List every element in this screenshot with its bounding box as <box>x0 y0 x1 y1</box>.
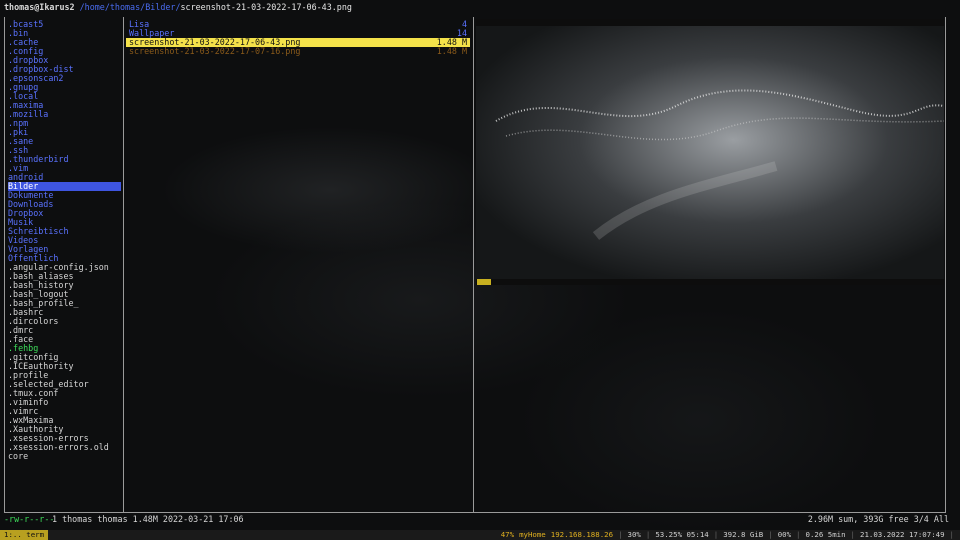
bar-indicator: 00% <box>777 530 792 539</box>
current-file: screenshot-21-03-2022-17-06-43.png <box>180 2 352 12</box>
list-item[interactable]: .sane <box>8 137 121 146</box>
list-item[interactable]: .bash_history <box>8 281 121 290</box>
list-item[interactable]: .ICEauthority <box>8 362 121 371</box>
list-item[interactable]: .tmux.conf <box>8 389 121 398</box>
list-item[interactable]: .dircolors <box>8 317 121 326</box>
list-item[interactable]: .Xauthority <box>8 425 121 434</box>
list-item[interactable]: core <box>8 452 121 461</box>
list-item[interactable]: .bin <box>8 29 121 38</box>
system-bar: 1:.. term 47% myHome 192.168.188.26 | 30% | 53… <box>0 530 960 540</box>
list-item[interactable]: .pki <box>8 128 121 137</box>
list-item[interactable]: .bashrc <box>8 308 121 317</box>
list-item[interactable]: .cache <box>8 38 121 47</box>
list-item[interactable]: .bash_profile_ <box>8 299 121 308</box>
status-line: -rw-r--r-- 1 thomas thomas 1.48M 2022-03… <box>0 515 960 526</box>
list-item[interactable]: .profile <box>8 371 121 380</box>
bar-indicator: myHome <box>519 530 546 539</box>
list-item[interactable]: .dmrc <box>8 326 121 335</box>
current-directory-list: Lisa 4 Wallpaper 14 screenshot-21-03-2022-17… <box>126 20 470 56</box>
list-item[interactable]: .angular-config.json <box>8 263 121 272</box>
list-item[interactable]: .face <box>8 335 121 344</box>
list-item[interactable]: .epsonscan2 <box>8 74 121 83</box>
preview-statusbar <box>476 279 944 285</box>
bar-indicator: 47% <box>500 530 515 539</box>
list-item[interactable]: .dropbox <box>8 56 121 65</box>
parent-directory-list: .bcast5 .bin .cache .config .dropbox .dropbox… <box>8 20 121 461</box>
list-item[interactable]: .bash_logout <box>8 290 121 299</box>
list-item[interactable]: Vorlagen <box>8 245 121 254</box>
bar-separator: | <box>949 530 954 539</box>
file-info: 1 thomas thomas 1.48M 2022-03-21 17:06 <box>52 514 244 524</box>
bar-indicator: 192.168.188.26 <box>550 530 614 539</box>
list-item[interactable]: Dokumente <box>8 191 121 200</box>
bar-indicator: 21.03.2022 17:07:49 <box>860 530 945 539</box>
image-preview <box>476 19 944 285</box>
list-item[interactable]: Öffentlich <box>8 254 121 263</box>
list-item[interactable]: .maxima <box>8 101 121 110</box>
item-size: 1.48 M <box>436 46 467 56</box>
list-item[interactable]: .fehbg <box>8 344 121 353</box>
bar-indicator: 0.26 5min <box>805 530 846 539</box>
bar-indicator: 30% <box>627 530 641 539</box>
list-item[interactable]: .mozilla <box>8 110 121 119</box>
disk-summary: 2.96M sum, 393G free 3/4 All <box>807 514 949 524</box>
list-item[interactable]: Lisa 4 <box>126 20 470 29</box>
list-item[interactable]: .wxMaxima <box>8 416 121 425</box>
list-item[interactable]: .gitconfig <box>8 353 121 362</box>
bar-separator: | <box>768 530 773 539</box>
list-item[interactable]: Musik <box>8 218 121 227</box>
item-name: screenshot-21-03-2022-17-07-16.png <box>129 46 301 56</box>
file-permissions: -rw-r--r-- <box>4 514 55 524</box>
list-item[interactable]: Dropbox <box>8 209 121 218</box>
current-directory-pane <box>123 17 474 512</box>
list-item[interactable]: .thunderbird <box>8 155 121 164</box>
list-item[interactable]: android <box>8 173 121 182</box>
bar-separator: | <box>850 530 855 539</box>
list-item[interactable]: .bash_aliases <box>8 272 121 281</box>
bar-separator: | <box>645 530 651 539</box>
list-item[interactable]: Bilder <box>8 182 121 191</box>
bar-separator: | <box>796 530 801 539</box>
list-item[interactable]: .viminfo <box>8 398 121 407</box>
list-item[interactable]: Schreibtisch <box>8 227 121 236</box>
list-item[interactable]: .dropbox-dist <box>8 65 121 74</box>
list-item[interactable]: Downloads <box>8 200 121 209</box>
list-item[interactable]: Videos <box>8 236 121 245</box>
list-item[interactable]: .vimrc <box>8 407 121 416</box>
preview-topbar <box>476 19 944 26</box>
list-item[interactable]: .xsession-errors <box>8 434 121 443</box>
list-item[interactable]: .ssh <box>8 146 121 155</box>
list-item[interactable]: .selected_editor <box>8 380 121 389</box>
system-indicators: 47% myHome 192.168.188.26 | 30% | 53.25% 05:14… <box>496 530 954 540</box>
list-item[interactable]: .local <box>8 92 121 101</box>
preview-wallpaper-image <box>476 26 944 279</box>
list-item[interactable]: .npm <box>8 119 121 128</box>
list-item[interactable]: .vim <box>8 164 121 173</box>
pane-divider-bottom <box>4 512 946 513</box>
path-titlebar: thomas@Ikarus2 /home/thomas/Bilder/scree… <box>4 3 352 13</box>
bar-separator: | <box>713 530 719 539</box>
list-item[interactable]: .bcast5 <box>8 20 121 29</box>
current-path: /home/thomas/Bilder/ <box>79 2 181 12</box>
list-item[interactable]: .config <box>8 47 121 56</box>
bar-separator: | <box>618 530 623 539</box>
list-item[interactable]: .gnupg <box>8 83 121 92</box>
user-host: thomas@Ikarus2 <box>4 2 75 12</box>
bar-indicator: 392.8 GiB <box>723 530 764 539</box>
list-item[interactable]: screenshot-21-03-2022-17-07-16.png 1.48 M <box>126 47 470 56</box>
list-item[interactable]: .xsession-errors.old <box>8 443 121 452</box>
workspace-tag[interactable]: 1:.. term <box>0 530 49 540</box>
bar-indicator: 53.25% 05:14 <box>655 530 709 539</box>
